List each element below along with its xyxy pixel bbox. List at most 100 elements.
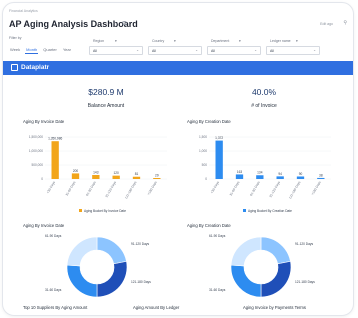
slice-label: 31-60 Days <box>45 288 62 292</box>
breadcrumb: Financial Analytics <box>9 9 38 13</box>
data-label: 163 <box>237 170 243 174</box>
slice-label: 61-90 Days <box>209 234 226 238</box>
star-icon[interactable]: ☆ <box>113 21 118 28</box>
x-tick-label: 121-180 Days <box>124 180 138 200</box>
chevron-down-icon: ▾ <box>174 39 176 43</box>
tab-week[interactable]: Week <box>9 46 21 54</box>
x-tick-label: 91-120 Days <box>105 180 118 198</box>
kpi-invoice: 40.0% # of Invoice <box>209 87 319 109</box>
region-select-value: All <box>93 49 97 53</box>
bar <box>92 174 100 179</box>
brand-banner: Dataplatr <box>3 61 353 75</box>
bar <box>276 176 284 179</box>
donut-slice <box>230 264 262 298</box>
bar <box>71 173 80 179</box>
department-select[interactable]: All ⌄ <box>207 46 261 55</box>
brand-logo: Dataplatr <box>11 64 49 71</box>
legend-swatch <box>243 209 246 212</box>
department-select-value: All <box>211 49 215 53</box>
data-label: 143 <box>93 170 99 174</box>
data-label: 94 <box>278 172 282 176</box>
data-label: 120 <box>114 171 120 175</box>
donut-slice <box>66 236 98 267</box>
slice-label: 121-180 Days <box>131 280 151 284</box>
x-tick-label: 31-60 Days <box>229 180 241 196</box>
data-label: 200 <box>73 169 79 173</box>
logo-icon <box>11 64 18 71</box>
bar <box>153 178 161 179</box>
copy-icon[interactable]: ⧉ <box>122 21 126 28</box>
data-label: 1,350,986 <box>48 137 62 141</box>
data-label: 81 <box>135 172 139 176</box>
x-tick-label: 61-90 Days <box>249 180 261 196</box>
filter-label: Filter by <box>9 36 22 40</box>
data-label: 90 <box>299 172 303 176</box>
tab-year[interactable]: Year <box>62 46 72 54</box>
donut-slice <box>260 261 292 298</box>
header: Financial Analytics AP Aging Analysis Da… <box>9 9 347 57</box>
creation-bar-chart: 1,500 1,000 500 0 1,372 <30 Days 163 31-60 Days… <box>199 135 331 213</box>
kpi-invoice-label: # of Invoice <box>251 103 277 109</box>
bar <box>235 174 244 179</box>
y-tick-label: 0 <box>205 177 207 181</box>
chevron-down-icon: ▾ <box>115 39 117 43</box>
data-label: 29 <box>155 174 159 178</box>
tab-month[interactable]: Month <box>25 46 39 54</box>
slice-label: 61-90 Days <box>45 234 62 238</box>
ledger-select-value: All <box>270 49 274 53</box>
top-suppliers-title: Top 10 Suppliers By Aging Amount <box>23 305 88 310</box>
slice-label: 31-60 Days <box>209 288 226 292</box>
chevron-down-icon: ⌄ <box>136 48 139 52</box>
bar <box>296 176 305 179</box>
donut-slice <box>260 236 291 265</box>
bar-invoice-title: Aging By Invoice Date <box>23 119 65 124</box>
y-tick-label: 500 <box>202 163 208 167</box>
country-select-value: All <box>152 49 156 53</box>
donut-slice <box>96 261 128 298</box>
kpi-invoice-value: 40.0% <box>251 87 277 97</box>
country-select[interactable]: All ⌄ <box>148 46 202 55</box>
legend-label: Aging Bucket By Creation Date <box>248 209 292 213</box>
ledger-select[interactable]: All ⌄ <box>266 46 320 55</box>
bar-creation-title: Aging By Creation Date <box>187 119 231 124</box>
data-label: 1,372 <box>215 136 223 140</box>
y-tick-label: 500,000 <box>31 163 43 167</box>
edited-status: Edit ago <box>320 22 333 26</box>
x-tick-label: 121-180 Days <box>288 180 302 200</box>
bar <box>132 176 141 179</box>
kpi-balance-value: $280.9 M <box>88 87 124 97</box>
country-filter-label: Country <box>152 39 165 43</box>
filter-icon[interactable]: ⚲ <box>343 20 347 26</box>
legend-label: Aging Bucket By Invoice Date <box>84 209 126 213</box>
period-tabs: Week Month Quarter Year <box>9 46 72 54</box>
y-tick-label: 1,500 <box>199 135 207 139</box>
bar <box>317 177 325 179</box>
invoice-donut-chart: 61-90 Days 91-120 Days 121-180 Days 31-60 D… <box>45 234 151 298</box>
x-tick-label: <30 Days <box>46 180 56 194</box>
region-select[interactable]: All ⌄ <box>89 46 143 55</box>
donut-creation-title: Aging By Creation Date <box>187 223 231 228</box>
x-tick-label: >180 Days <box>311 180 322 196</box>
region-filter-label: Region <box>93 39 105 43</box>
ledger-aging-title: Aging Amount By Ledger <box>133 305 180 310</box>
department-filter-label: Department <box>211 39 230 43</box>
data-label: 38 <box>319 173 323 177</box>
chevron-down-icon: ⌄ <box>195 48 198 52</box>
brand-name: Dataplatr <box>21 64 50 71</box>
donut-slice <box>230 236 262 267</box>
creation-donut-chart: 61-90 Days 91-120 Days 121-180 Days 31-60 D… <box>209 234 315 298</box>
y-tick-label: 0 <box>41 177 43 181</box>
x-tick-label: 61-90 Days <box>85 180 97 196</box>
donut-invoice-title: Aging By Invoice Date <box>23 223 65 228</box>
y-tick-label: 1,000,000 <box>29 149 43 153</box>
chevron-down-icon: ⌄ <box>313 48 316 52</box>
x-tick-label: <30 Days <box>210 180 220 194</box>
chevron-down-icon: ▾ <box>239 39 241 43</box>
bar <box>215 140 223 179</box>
data-label: 134 <box>257 171 263 175</box>
chevron-down-icon: ▾ <box>296 39 298 43</box>
y-tick-label: 1,500,000 <box>29 135 43 139</box>
kpi-balance-label: Balance Amount <box>87 103 125 109</box>
invoice-bar-chart: 1,500,000 1,000,000 500,000 0 1,350,986 <30 D… <box>29 135 167 213</box>
tab-quarter[interactable]: Quarter <box>42 46 58 54</box>
